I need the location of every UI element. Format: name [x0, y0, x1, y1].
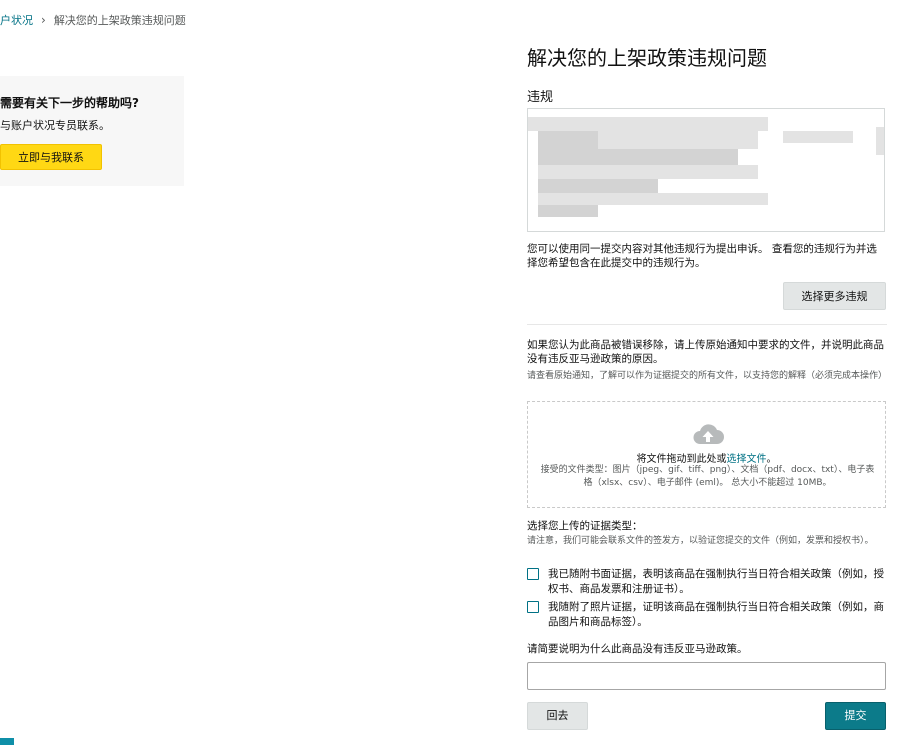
redacted-content [538, 205, 598, 217]
dropzone-text: 将文件拖动到此处或选择文件。 [528, 450, 885, 465]
photo-evidence-checkbox[interactable] [527, 601, 539, 613]
divider [527, 324, 887, 325]
redacted-content [598, 131, 758, 149]
evidence-option-photo[interactable]: 我随附了照片证据，证明该商品在强制执行当日符合相关政策（例如，商品图片和商品标签… [527, 600, 887, 630]
contact-me-button[interactable]: 立即与我联系 [0, 144, 102, 170]
explanation-label: 请简要说明为什么此商品没有违反亚马逊政策。 [527, 643, 748, 655]
back-button[interactable]: 回去 [527, 702, 588, 730]
help-heading: 需要有关下一步的帮助吗? [0, 96, 139, 110]
page-title: 解决您的上架政策违规问题 [527, 46, 767, 70]
redacted-content [538, 131, 598, 149]
violations-label: 违规 [527, 90, 554, 105]
breadcrumb-parent-link[interactable]: 户状况 [0, 12, 33, 28]
redacted-content [528, 117, 768, 131]
redacted-content [876, 127, 884, 155]
breadcrumb-current: 解决您的上架政策违规问题 [53, 14, 186, 27]
breadcrumb: 户状况 › 解决您的上架政策违规问题 [0, 12, 186, 28]
redacted-content [783, 131, 853, 143]
redacted-content [538, 149, 738, 165]
appeal-note: 您可以使用同一提交内容对其他违规行为提出申诉。 查看您的违规行为并选择您希望包含… [527, 243, 877, 269]
violations-list-box [527, 108, 885, 232]
written-evidence-label[interactable]: 我已随附书面证据，表明该商品在强制执行当日符合相关政策（例如，授权书、商品发票和… [548, 567, 887, 597]
upload-cloud-icon [693, 424, 724, 444]
evidence-option-written[interactable]: 我已随附书面证据，表明该商品在强制执行当日符合相关政策（例如，授权书、商品发票和… [527, 567, 887, 597]
accepted-file-types: 接受的文件类型：图片（jpeg、gif、tiff、png）、文档（pdf、doc… [540, 465, 875, 488]
select-more-violations-button[interactable]: 选择更多违规 [783, 282, 886, 310]
corner-widget[interactable] [0, 738, 14, 745]
evidence-type-label: 选择您上传的证据类型： [527, 520, 643, 532]
submit-button[interactable]: 提交 [825, 702, 886, 730]
breadcrumb-separator: › [41, 13, 46, 27]
help-text: 与账户状况专员联系。 [0, 119, 110, 132]
written-evidence-checkbox[interactable] [527, 568, 539, 580]
upload-hint: 请查看原始通知，了解可以作为证据提交的所有文件，以支持您的解释（必须完成本操作） [527, 371, 888, 381]
explanation-input[interactable] [527, 662, 886, 690]
redacted-content [538, 165, 758, 179]
upload-intro: 如果您认为此商品被错误移除，请上传原始通知中要求的文件，并说明此商品没有违反亚马… [527, 339, 884, 365]
photo-evidence-label[interactable]: 我随附了照片证据，证明该商品在强制执行当日符合相关政策（例如，商品图片和商品标签… [548, 600, 887, 630]
evidence-note: 请注意，我们可能会联系文件的签发方，以验证您提交的文件（例如，发票和授权书）。 [527, 536, 874, 546]
redacted-content [538, 179, 658, 193]
redacted-content [538, 193, 768, 205]
file-dropzone[interactable]: 将文件拖动到此处或选择文件。 接受的文件类型：图片（jpeg、gif、tiff、… [527, 401, 886, 508]
help-panel: 需要有关下一步的帮助吗? 与账户状况专员联系。 立即与我联系 [0, 76, 184, 186]
